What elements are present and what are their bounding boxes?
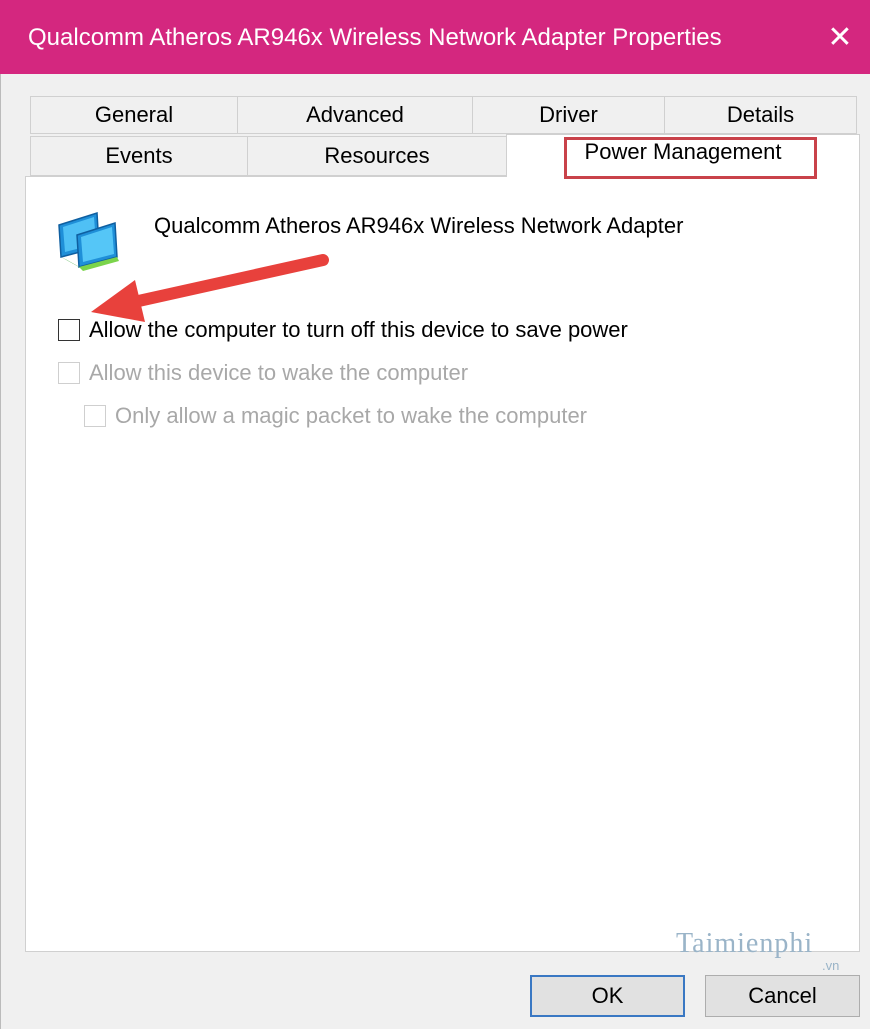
checkbox-box [84, 405, 106, 427]
magic-packet-checkbox: Only allow a magic packet to wake the co… [84, 403, 587, 429]
cancel-button[interactable]: Cancel [705, 975, 860, 1017]
tab-general[interactable]: General [30, 96, 238, 134]
tab-events[interactable]: Events [30, 136, 248, 176]
window-title: Qualcomm Atheros AR946x Wireless Network… [28, 24, 722, 51]
tab-details[interactable]: Details [664, 96, 857, 134]
checkbox-box[interactable] [58, 319, 80, 341]
checkbox-label: Allow this device to wake the computer [89, 360, 469, 385]
watermark: Taimienphi [676, 928, 814, 959]
red-arrow-annotation [91, 254, 329, 322]
checkbox-box [58, 362, 80, 384]
device-name: Qualcomm Atheros AR946x Wireless Network… [154, 213, 684, 238]
tab-highlight-annotation [564, 137, 817, 179]
title-bar: Qualcomm Atheros AR946x Wireless Network… [0, 0, 870, 74]
tab-resources[interactable]: Resources [247, 136, 507, 176]
allow-wake-checkbox: Allow this device to wake the computer [58, 360, 468, 386]
tab-driver[interactable]: Driver [472, 96, 665, 134]
checkbox-label: Only allow a magic packet to wake the co… [115, 403, 588, 428]
tab-advanced[interactable]: Advanced [237, 96, 473, 134]
watermark-suffix: .vn [822, 958, 840, 973]
ok-button[interactable]: OK [530, 975, 685, 1017]
close-icon[interactable]: ✕ [810, 0, 870, 74]
